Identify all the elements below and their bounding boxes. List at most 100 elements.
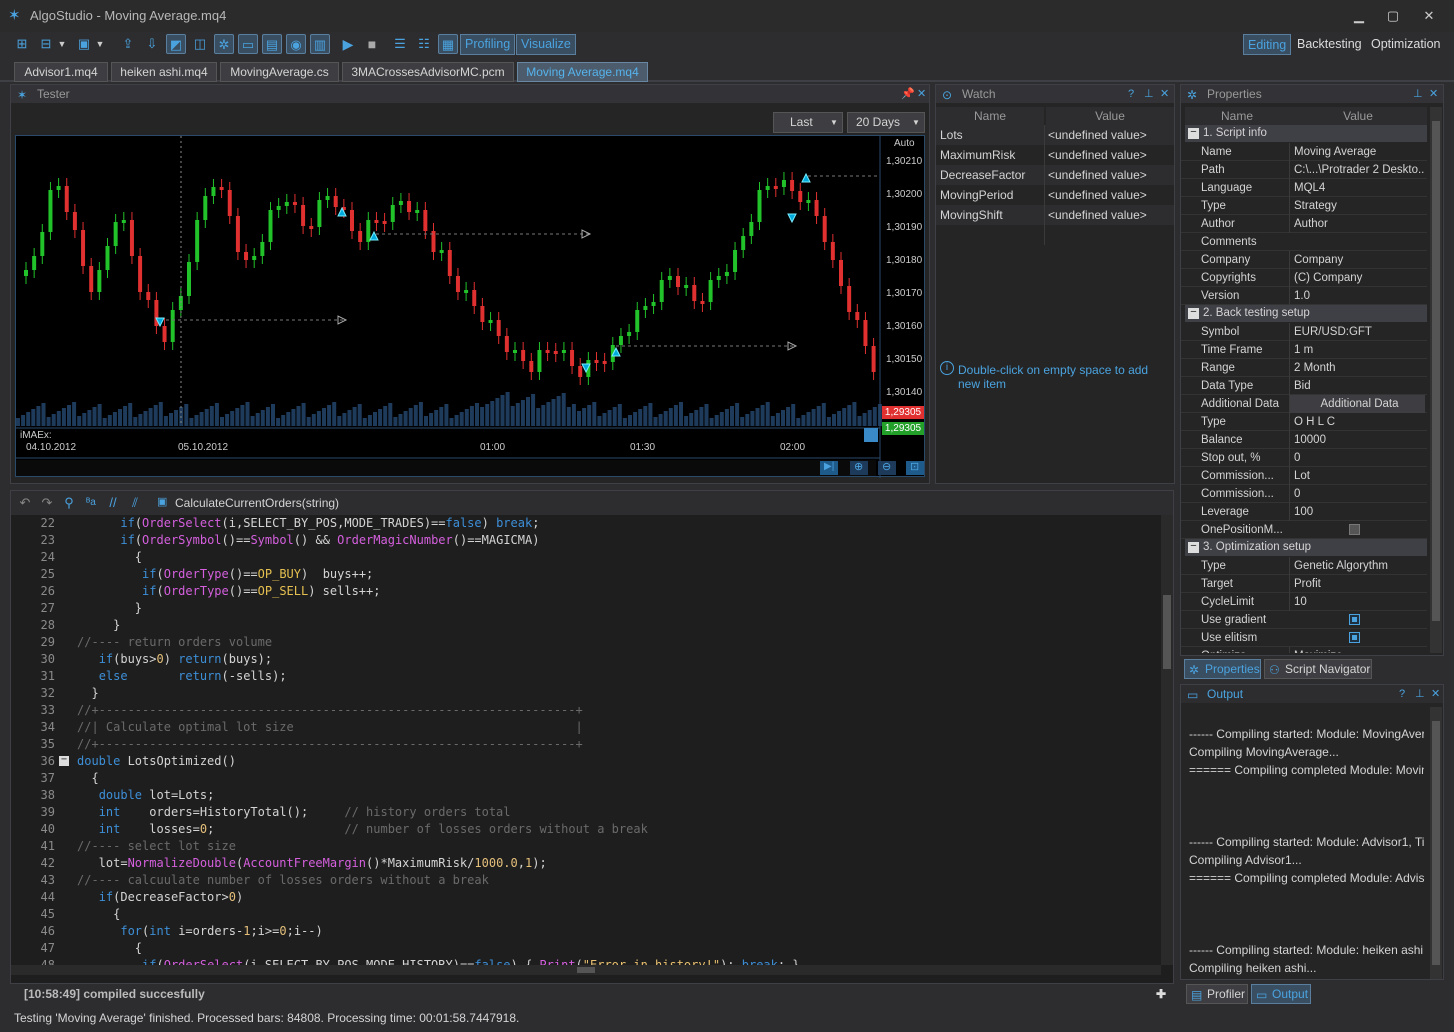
function-combo[interactable]: CalculateCurrentOrders(string) bbox=[175, 496, 339, 510]
code-text[interactable]: //---- return orders volume bbox=[77, 634, 272, 651]
property-row[interactable]: Author Author bbox=[1181, 215, 1427, 233]
collapse-icon[interactable]: − bbox=[1188, 127, 1199, 139]
code-text[interactable]: if(OrderType()==OP_SELL) sells++; bbox=[77, 583, 380, 600]
property-value[interactable]: Lot bbox=[1289, 467, 1425, 485]
code-line[interactable]: 44 if(DecreaseFactor>0) bbox=[19, 889, 1159, 906]
code-line[interactable]: 43 //---- calcuulate number of losses ord… bbox=[19, 872, 1159, 889]
editor-vscrollbar[interactable] bbox=[1161, 515, 1173, 965]
export-icon[interactable]: ⇩ bbox=[142, 34, 162, 54]
optimization-mode-button[interactable]: Optimization bbox=[1367, 34, 1444, 55]
code-line[interactable]: 27 } bbox=[19, 600, 1159, 617]
help-icon[interactable]: ? bbox=[1128, 85, 1134, 103]
code-line[interactable]: 45 { bbox=[19, 906, 1159, 923]
property-row[interactable]: Symbol EUR/USD:GFT bbox=[1181, 323, 1427, 341]
property-value[interactable]: Genetic Algorythm bbox=[1289, 557, 1425, 575]
code-line[interactable]: 48 if(OrderSelect(i,SELECT_BY_POS,MODE_H… bbox=[19, 957, 1159, 965]
property-value[interactable]: C:\...\Protrader 2 Deskto... bbox=[1289, 161, 1425, 179]
play-icon[interactable]: ▶ bbox=[338, 34, 358, 54]
property-value[interactable]: EUR/USD:GFT bbox=[1289, 323, 1425, 341]
code-line[interactable]: 36 double LotsOptimized() − bbox=[19, 753, 1159, 770]
property-value[interactable]: Bid bbox=[1289, 377, 1425, 395]
property-value[interactable]: 100 bbox=[1289, 503, 1425, 521]
redo-icon[interactable]: ↷ bbox=[37, 493, 57, 513]
code-line[interactable]: 23 if(OrderSymbol()==Symbol() && OrderMa… bbox=[19, 532, 1159, 549]
properties-scrollbar[interactable] bbox=[1430, 107, 1442, 653]
code-text[interactable]: int orders=HistoryTotal(); // history or… bbox=[77, 804, 511, 821]
chart-view-icon[interactable]: ◩ bbox=[166, 34, 186, 54]
property-row[interactable]: Type O H L C bbox=[1181, 413, 1427, 431]
code-text[interactable]: lot=NormalizeDouble(AccountFreeMargin()*… bbox=[77, 855, 547, 872]
property-checkbox[interactable] bbox=[1349, 614, 1360, 625]
code-line[interactable]: 37 { bbox=[19, 770, 1159, 787]
scrollbar-thumb[interactable] bbox=[1432, 721, 1440, 965]
property-value[interactable]: 10000 bbox=[1289, 431, 1425, 449]
stop-icon[interactable]: ■ bbox=[362, 34, 382, 54]
code-text[interactable]: double lot=Lots; bbox=[77, 787, 215, 804]
tab-heiken-ashi[interactable]: heiken ashi.mq4 bbox=[111, 62, 217, 82]
property-row[interactable]: Language MQL4 bbox=[1181, 179, 1427, 197]
maximize-button[interactable]: ▢ bbox=[1380, 6, 1406, 26]
scroll-end-icon[interactable]: ▶| bbox=[824, 461, 834, 472]
property-row[interactable]: Leverage 100 bbox=[1181, 503, 1427, 521]
property-row[interactable]: Comments bbox=[1181, 233, 1427, 251]
code-text[interactable]: { bbox=[77, 549, 142, 566]
property-value[interactable]: Maximize bbox=[1289, 647, 1425, 653]
property-row[interactable]: Data Type Bid bbox=[1181, 377, 1427, 395]
property-value[interactable]: O H L C bbox=[1289, 413, 1425, 431]
code-text[interactable]: { bbox=[77, 940, 142, 957]
property-value[interactable]: 0 bbox=[1289, 449, 1425, 467]
tab-moving-average-cs[interactable]: MovingAverage.cs bbox=[220, 62, 339, 82]
property-value[interactable]: Author bbox=[1289, 215, 1425, 233]
code-line[interactable]: 47 { bbox=[19, 940, 1159, 957]
layout-icon[interactable]: ▤ bbox=[262, 34, 282, 54]
code-line[interactable]: 41 //---- select lot size bbox=[19, 838, 1159, 855]
zoom-out-icon[interactable]: ⊖ bbox=[882, 460, 891, 473]
pin-icon[interactable]: ⊥ bbox=[1415, 685, 1425, 703]
plus-icon[interactable]: ✚ bbox=[1156, 985, 1166, 1003]
tab-3ma-crosses[interactable]: 3MACrossesAdvisorMC.pcm bbox=[342, 62, 514, 82]
bar-chart-icon[interactable]: ▥ bbox=[310, 34, 330, 54]
code-text[interactable]: double LotsOptimized() bbox=[77, 753, 236, 770]
code-line[interactable]: 39 int orders=HistoryTotal(); // history… bbox=[19, 804, 1159, 821]
property-value[interactable]: 1 m bbox=[1289, 341, 1425, 359]
additional-data-button[interactable]: Additional Data bbox=[1289, 395, 1425, 413]
range-select[interactable]: 20 Days ▼ bbox=[847, 112, 925, 133]
property-row[interactable]: Time Frame 1 m bbox=[1181, 341, 1427, 359]
save-icon[interactable]: ▣ bbox=[74, 34, 94, 54]
settings-icon[interactable]: ✲ bbox=[214, 34, 234, 54]
property-row[interactable]: OnePositionM... bbox=[1181, 521, 1427, 539]
code-text[interactable]: if(OrderType()==OP_BUY) buys++; bbox=[77, 566, 373, 583]
search-icon[interactable]: ⚲ bbox=[59, 493, 79, 513]
tab-advisor1[interactable]: Advisor1.mq4 bbox=[14, 62, 108, 82]
price-chart[interactable]: Auto 1,30210 1,30200 1,30190 1,30180 1,30170… bbox=[15, 135, 925, 478]
pin-icon[interactable]: ⊥ bbox=[1413, 85, 1423, 103]
property-row[interactable]: Path C:\...\Protrader 2 Deskto... bbox=[1181, 161, 1427, 179]
code-text[interactable]: //---- calcuulate number of losses order… bbox=[77, 872, 489, 889]
close-icon[interactable]: ✕ bbox=[1160, 85, 1169, 103]
code-line[interactable]: 46 for(int i=orders-1;i>=0;i--) bbox=[19, 923, 1159, 940]
replace-icon[interactable]: ᴮa bbox=[81, 493, 101, 513]
property-row[interactable]: Balance 10000 bbox=[1181, 431, 1427, 449]
code-text[interactable]: //| Calculate optimal lot size | bbox=[77, 719, 583, 736]
chevron-down-icon[interactable]: ▼ bbox=[56, 34, 68, 54]
property-value[interactable]: MQL4 bbox=[1289, 179, 1425, 197]
pin-icon[interactable]: 📌 bbox=[901, 85, 915, 103]
code-line[interactable]: 35 //+-----------------------------------… bbox=[19, 736, 1159, 753]
watch-row[interactable]: Lots <undefined value> bbox=[936, 125, 1174, 145]
property-row[interactable]: Additional Data Additional Data bbox=[1181, 395, 1427, 413]
property-category[interactable]: −2. Back testing setup bbox=[1185, 305, 1427, 322]
period-select[interactable]: Last ▼ bbox=[773, 112, 843, 133]
code-line[interactable]: 38 double lot=Lots; bbox=[19, 787, 1159, 804]
property-value[interactable]: 2 Month bbox=[1289, 359, 1425, 377]
help-icon[interactable]: ? bbox=[1399, 685, 1405, 703]
property-category[interactable]: −3. Optimization setup bbox=[1185, 539, 1427, 556]
code-line[interactable]: 29 //---- return orders volume bbox=[19, 634, 1159, 651]
property-row[interactable]: Commission... Lot bbox=[1181, 467, 1427, 485]
watch-row[interactable]: MovingPeriod <undefined value> bbox=[936, 185, 1174, 205]
book-icon[interactable]: ◫ bbox=[190, 34, 210, 54]
property-value[interactable]: (C) Company bbox=[1289, 269, 1425, 287]
property-row[interactable]: Range 2 Month bbox=[1181, 359, 1427, 377]
script-navigator-tab[interactable]: ⚇ Script Navigator bbox=[1264, 659, 1372, 679]
property-value[interactable]: Profit bbox=[1289, 575, 1425, 593]
window-icon[interactable]: ▭ bbox=[238, 34, 258, 54]
